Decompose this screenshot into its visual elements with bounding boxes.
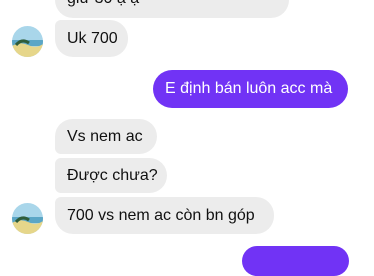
message-bubble-incoming[interactable]: Vs nem ac xyxy=(55,119,157,154)
message-text: 700 vs nem ac còn bn góp xyxy=(67,206,255,224)
message-text: Uk 700 xyxy=(67,29,118,47)
message-bubble-incoming[interactable]: giữ 30 ạ ạ xyxy=(55,0,289,18)
contact-avatar-icon[interactable] xyxy=(12,26,43,57)
message-text: Được chưa? xyxy=(67,166,158,184)
message-bubble-incoming[interactable]: 700 vs nem ac còn bn góp xyxy=(55,197,274,234)
message-text: E định bán luôn acc mà xyxy=(165,80,333,97)
message-bubble-outgoing[interactable] xyxy=(242,246,349,276)
message-thread: giữ 30 ạ ạ Uk 700 E định bán luôn acc mà… xyxy=(0,0,374,276)
message-text: giữ 30 ạ ạ xyxy=(67,0,139,9)
message-bubble-outgoing[interactable]: E định bán luôn acc mà xyxy=(153,70,348,108)
message-text: Vs nem ac xyxy=(67,127,143,145)
contact-avatar-icon[interactable] xyxy=(12,203,43,234)
message-bubble-incoming[interactable]: Uk 700 xyxy=(55,20,128,57)
message-bubble-incoming[interactable]: Được chưa? xyxy=(55,158,167,193)
